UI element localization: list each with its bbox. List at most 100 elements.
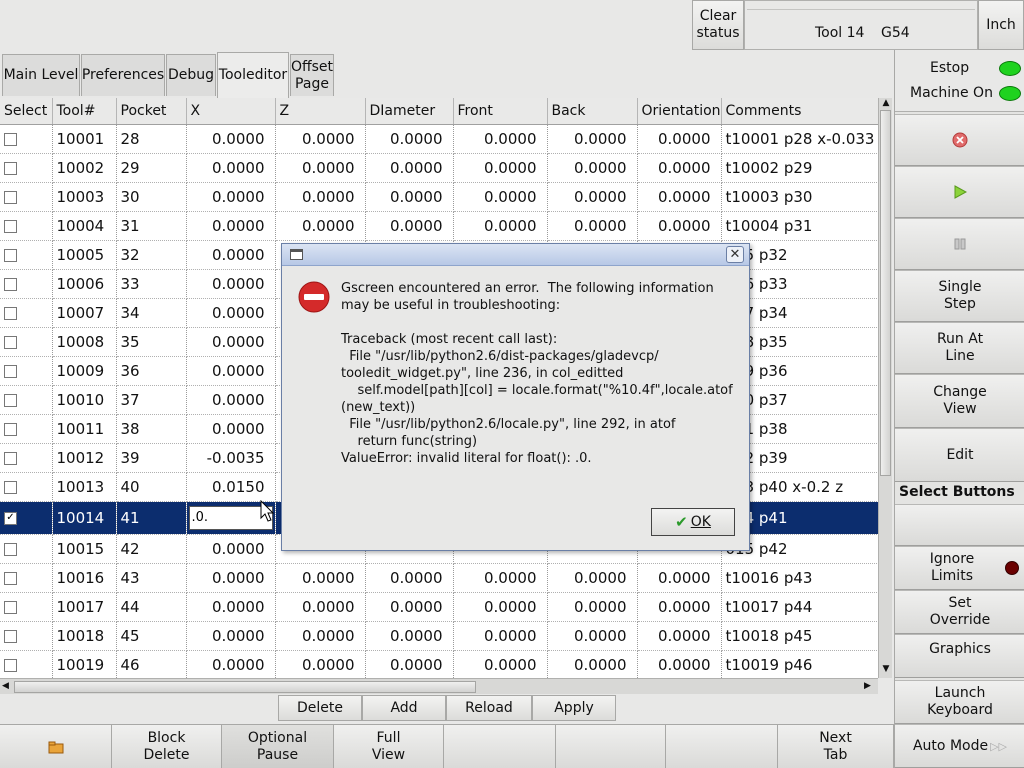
- table-row[interactable]: 10003 30 0.0000 0.0000 0.0000 0.0000 0.0000 0.0…: [0, 182, 878, 212]
- cell-tool[interactable]: 10015: [52, 534, 117, 564]
- unchecked-checkbox[interactable]: [4, 630, 17, 643]
- units-button[interactable]: Inch: [978, 0, 1024, 50]
- select-checkbox-cell[interactable]: [0, 269, 53, 299]
- cell-dia[interactable]: 0.0000: [365, 621, 454, 651]
- cell-comment[interactable]: t10016 p43: [721, 563, 878, 593]
- cell-x[interactable]: 0.0000: [186, 327, 276, 357]
- cell-z[interactable]: 0.0000: [275, 563, 366, 593]
- scroll-up-icon[interactable]: ▲: [880, 98, 892, 110]
- cell-dia[interactable]: 0.0000: [365, 182, 454, 212]
- cell-tool[interactable]: 10013: [52, 472, 117, 502]
- column-header-z[interactable]: Z: [275, 98, 366, 125]
- cell-pocket[interactable]: 39: [116, 443, 187, 473]
- column-header-front[interactable]: Front: [453, 98, 548, 125]
- tab-debug[interactable]: Debug: [166, 54, 216, 96]
- cell-z[interactable]: 0.0000: [275, 153, 366, 183]
- cell-comment[interactable]: t10003 p30: [721, 182, 878, 212]
- select-checkbox-cell[interactable]: [0, 327, 53, 357]
- cell-comment[interactable]: t10002 p29: [721, 153, 878, 183]
- cell-comment[interactable]: t10019 p46: [721, 650, 878, 678]
- change-view-button[interactable]: Change View: [895, 374, 1024, 428]
- reload-button[interactable]: Reload: [446, 695, 532, 721]
- table-row[interactable]: 10019 46 0.0000 0.0000 0.0000 0.0000 0.0000 0.0…: [0, 650, 878, 678]
- cell-tool[interactable]: 10016: [52, 563, 117, 593]
- cell-x[interactable]: 0.0000: [186, 414, 276, 444]
- cell-z[interactable]: 0.0000: [275, 124, 366, 154]
- cell-orient[interactable]: 0.0000: [637, 592, 722, 622]
- cell-pocket[interactable]: 37: [116, 385, 187, 415]
- cell-tool[interactable]: 10012: [52, 443, 117, 473]
- cell-tool[interactable]: 10006: [52, 269, 117, 299]
- table-row[interactable]: 10017 44 0.0000 0.0000 0.0000 0.0000 0.0000 0.0…: [0, 592, 878, 622]
- single-step-button[interactable]: Single Step: [895, 270, 1024, 322]
- cell-pocket[interactable]: 44: [116, 592, 187, 622]
- unchecked-checkbox[interactable]: [4, 162, 17, 175]
- cell-dia[interactable]: 0.0000: [365, 650, 454, 678]
- scroll-down-icon[interactable]: ▼: [880, 664, 892, 676]
- cell-x[interactable]: 0.0000: [186, 240, 276, 270]
- cell-pocket[interactable]: 32: [116, 240, 187, 270]
- select-checkbox-cell[interactable]: [0, 592, 53, 622]
- table-row[interactable]: 10001 28 0.0000 0.0000 0.0000 0.0000 0.0000 0.0…: [0, 124, 878, 154]
- cell-pocket[interactable]: 35: [116, 327, 187, 357]
- cell-tool[interactable]: 10005: [52, 240, 117, 270]
- cell-x[interactable]: 0.0000: [186, 385, 276, 415]
- cell-orient[interactable]: 0.0000: [637, 563, 722, 593]
- cell-tool[interactable]: 10008: [52, 327, 117, 357]
- blank-button-2[interactable]: [556, 724, 666, 768]
- cell-back[interactable]: 0.0000: [547, 211, 638, 241]
- cell-orient[interactable]: 0.0000: [637, 621, 722, 651]
- cell-pocket[interactable]: 28: [116, 124, 187, 154]
- cell-z[interactable]: 0.0000: [275, 650, 366, 678]
- unchecked-checkbox[interactable]: [4, 394, 17, 407]
- select-checkbox-cell[interactable]: [0, 650, 53, 678]
- cell-pocket[interactable]: 42: [116, 534, 187, 564]
- run-button[interactable]: [895, 166, 1024, 218]
- cell-x[interactable]: 0.0150: [186, 472, 276, 502]
- cell-back[interactable]: 0.0000: [547, 182, 638, 212]
- unchecked-checkbox[interactable]: [4, 423, 17, 436]
- select-checkbox-cell[interactable]: [0, 563, 53, 593]
- column-header-select[interactable]: Select: [0, 98, 53, 125]
- table-row[interactable]: 10004 31 0.0000 0.0000 0.0000 0.0000 0.0000 0.0…: [0, 211, 878, 241]
- auto-mode-button[interactable]: Auto Mode ▷▷: [895, 724, 1024, 768]
- cell-orient[interactable]: 0.0000: [637, 650, 722, 678]
- cell-z[interactable]: 0.0000: [275, 211, 366, 241]
- cell-tool[interactable]: 10018: [52, 621, 117, 651]
- cell-z[interactable]: 0.0000: [275, 592, 366, 622]
- cell-tool[interactable]: 10014: [52, 501, 117, 535]
- cell-comment[interactable]: t10017 p44: [721, 592, 878, 622]
- cell-tool[interactable]: 10001: [52, 124, 117, 154]
- cell-back[interactable]: 0.0000: [547, 650, 638, 678]
- cell-pocket[interactable]: 46: [116, 650, 187, 678]
- unchecked-checkbox[interactable]: [4, 307, 17, 320]
- unchecked-checkbox[interactable]: [4, 365, 17, 378]
- select-checkbox-cell[interactable]: [0, 298, 53, 328]
- cell-orient[interactable]: 0.0000: [637, 124, 722, 154]
- cell-front[interactable]: 0.0000: [453, 182, 548, 212]
- cell-front[interactable]: 0.0000: [453, 563, 548, 593]
- delete-button[interactable]: Delete: [278, 695, 362, 721]
- column-header-tool[interactable]: Tool#: [52, 98, 117, 125]
- select-checkbox-cell[interactable]: [0, 124, 53, 154]
- cell-front[interactable]: 0.0000: [453, 650, 548, 678]
- cell-comment[interactable]: t10001 p28 x-0.033: [721, 124, 878, 154]
- cell-x[interactable]: 0.0000: [186, 182, 276, 212]
- unchecked-checkbox[interactable]: [4, 336, 17, 349]
- column-header-orientation[interactable]: Orientation: [637, 98, 722, 125]
- cell-back[interactable]: 0.0000: [547, 124, 638, 154]
- cell-pocket[interactable]: 41: [116, 501, 187, 535]
- cell-orient[interactable]: 0.0000: [637, 153, 722, 183]
- close-icon[interactable]: ✕: [726, 246, 744, 263]
- cell-x[interactable]: 0.0000: [186, 563, 276, 593]
- cell-pocket[interactable]: 31: [116, 211, 187, 241]
- cell-tool[interactable]: 10010: [52, 385, 117, 415]
- unchecked-checkbox[interactable]: [4, 572, 17, 585]
- cell-z[interactable]: 0.0000: [275, 182, 366, 212]
- cell-pocket[interactable]: 29: [116, 153, 187, 183]
- set-override-button[interactable]: Set Override: [895, 590, 1024, 634]
- cell-tool[interactable]: 10004: [52, 211, 117, 241]
- cell-pocket[interactable]: 34: [116, 298, 187, 328]
- cell-tool[interactable]: 10017: [52, 592, 117, 622]
- horizontal-scrollbar[interactable]: ◀ ▶: [0, 678, 878, 694]
